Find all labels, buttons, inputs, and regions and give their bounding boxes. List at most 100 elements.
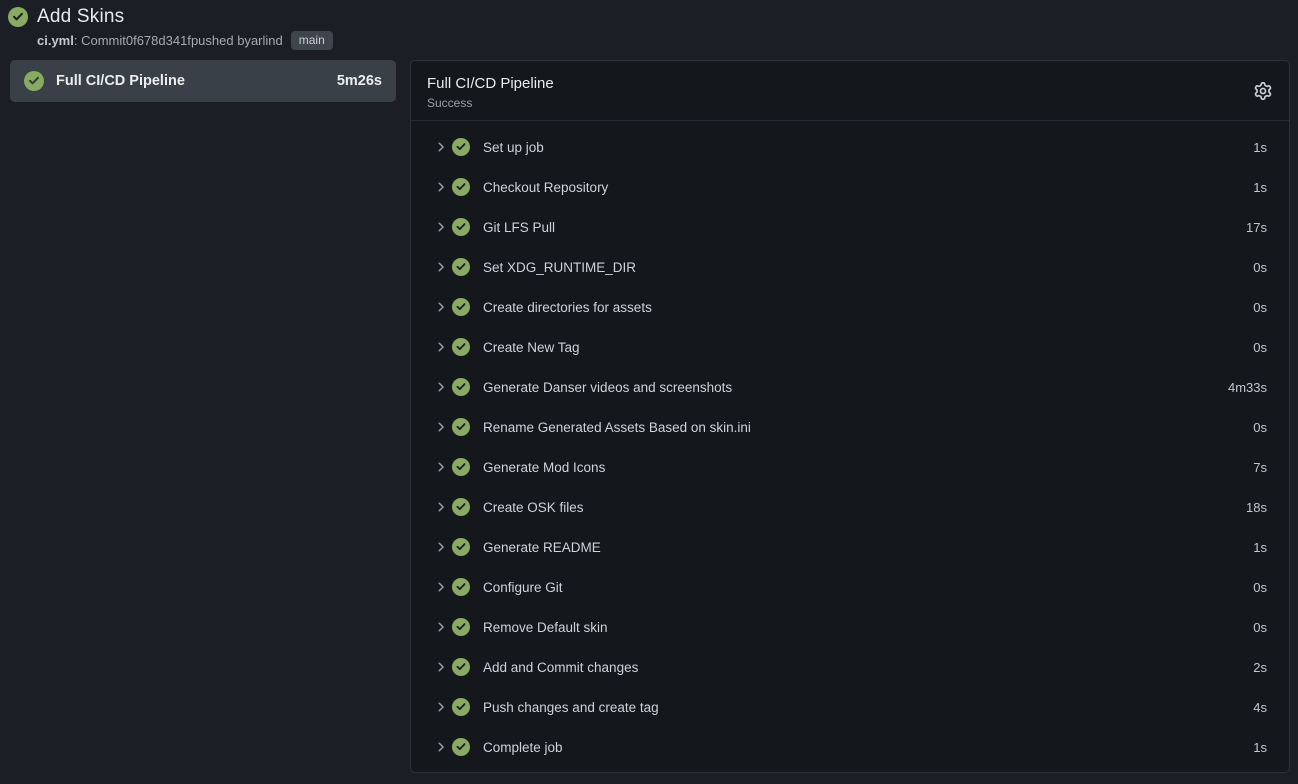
chevron-right-icon	[434, 219, 450, 235]
step-name: Create OSK files	[483, 500, 1246, 515]
run-status-check-circle-icon	[8, 7, 28, 27]
step-name: Set up job	[483, 140, 1253, 155]
job-panel-title: Full CI/CD Pipeline	[427, 74, 1273, 94]
check-circle-icon	[452, 458, 470, 476]
job-name: Full CI/CD Pipeline	[56, 73, 325, 89]
step-name: Create New Tag	[483, 340, 1253, 355]
chevron-right-icon	[434, 699, 450, 715]
check-circle-icon	[452, 178, 470, 196]
step-row[interactable]: Checkout Repository 1s	[411, 167, 1289, 207]
chevron-right-icon	[434, 619, 450, 635]
job-panel-status: Success	[427, 95, 1273, 111]
check-circle-icon	[452, 578, 470, 596]
run-header: Add Skins ci.yml: Commit 0f678d341f push…	[8, 6, 333, 50]
chevron-right-icon	[434, 179, 450, 195]
step-name: Create directories for assets	[483, 300, 1253, 315]
check-circle-icon	[452, 258, 470, 276]
step-name: Add and Commit changes	[483, 660, 1253, 675]
step-duration: 0s	[1253, 620, 1267, 635]
chevron-right-icon	[434, 459, 450, 475]
step-name: Remove Default skin	[483, 620, 1253, 635]
step-row[interactable]: Generate Danser videos and screenshots 4…	[411, 367, 1289, 407]
step-name: Git LFS Pull	[483, 220, 1246, 235]
step-name: Generate Mod Icons	[483, 460, 1253, 475]
chevron-right-icon	[434, 539, 450, 555]
step-row[interactable]: Set XDG_RUNTIME_DIR 0s	[411, 247, 1289, 287]
step-name: Generate README	[483, 540, 1253, 555]
chevron-right-icon	[434, 659, 450, 675]
step-duration: 0s	[1253, 300, 1267, 315]
step-row[interactable]: Generate README 1s	[411, 527, 1289, 567]
steps-list: Set up job 1s Checkout Repository 1s	[411, 121, 1289, 772]
step-duration: 0s	[1253, 420, 1267, 435]
check-circle-icon	[452, 538, 470, 556]
step-duration: 0s	[1253, 260, 1267, 275]
step-duration: 4m33s	[1228, 380, 1267, 395]
sidebar-job-item[interactable]: Full CI/CD Pipeline 5m26s	[10, 60, 396, 102]
step-duration: 0s	[1253, 580, 1267, 595]
step-name: Checkout Repository	[483, 180, 1253, 195]
step-name: Push changes and create tag	[483, 700, 1253, 715]
step-row[interactable]: Set up job 1s	[411, 127, 1289, 167]
step-row[interactable]: Create OSK files 18s	[411, 487, 1289, 527]
check-circle-icon	[452, 138, 470, 156]
job-panel-header: Full CI/CD Pipeline Success	[411, 61, 1289, 121]
chevron-right-icon	[434, 139, 450, 155]
step-row[interactable]: Configure Git 0s	[411, 567, 1289, 607]
commit-label: : Commit	[74, 33, 126, 48]
step-duration: 0s	[1253, 340, 1267, 355]
branch-badge[interactable]: main	[291, 31, 333, 50]
chevron-right-icon	[434, 379, 450, 395]
check-circle-icon	[452, 698, 470, 716]
step-row[interactable]: Add and Commit changes 2s	[411, 647, 1289, 687]
step-row[interactable]: Create directories for assets 0s	[411, 287, 1289, 327]
step-duration: 1s	[1253, 540, 1267, 555]
gear-icon[interactable]	[1253, 81, 1273, 101]
step-name: Rename Generated Assets Based on skin.in…	[483, 420, 1253, 435]
job-detail-panel: Full CI/CD Pipeline Success	[410, 60, 1290, 773]
step-name: Complete job	[483, 740, 1253, 755]
step-row[interactable]: Complete job 1s	[411, 727, 1289, 767]
step-name: Generate Danser videos and screenshots	[483, 380, 1228, 395]
chevron-right-icon	[434, 339, 450, 355]
step-row[interactable]: Rename Generated Assets Based on skin.in…	[411, 407, 1289, 447]
commit-hash-link[interactable]: 0f678d341f	[126, 33, 191, 48]
step-name: Configure Git	[483, 580, 1253, 595]
workflow-file-name: ci.yml	[37, 33, 74, 48]
step-row[interactable]: Remove Default skin 0s	[411, 607, 1289, 647]
check-circle-icon	[452, 298, 470, 316]
step-duration: 7s	[1253, 460, 1267, 475]
step-row[interactable]: Git LFS Pull 17s	[411, 207, 1289, 247]
step-row[interactable]: Push changes and create tag 4s	[411, 687, 1289, 727]
step-duration: 2s	[1253, 660, 1267, 675]
chevron-right-icon	[434, 259, 450, 275]
check-circle-icon	[452, 418, 470, 436]
pushed-by-label: pushed by	[191, 33, 251, 48]
author-link[interactable]: arlind	[251, 33, 283, 48]
check-circle-icon	[452, 338, 470, 356]
check-circle-icon	[452, 218, 470, 236]
chevron-right-icon	[434, 739, 450, 755]
step-duration: 18s	[1246, 500, 1267, 515]
check-circle-icon	[452, 658, 470, 676]
run-subtitle: ci.yml: Commit 0f678d341f pushed by arli…	[37, 31, 333, 50]
chevron-right-icon	[434, 579, 450, 595]
chevron-right-icon	[434, 419, 450, 435]
job-status-check-circle-icon	[24, 71, 44, 91]
step-row[interactable]: Generate Mod Icons 7s	[411, 447, 1289, 487]
step-duration: 1s	[1253, 140, 1267, 155]
check-circle-icon	[452, 498, 470, 516]
step-name: Set XDG_RUNTIME_DIR	[483, 260, 1253, 275]
step-duration: 1s	[1253, 740, 1267, 755]
check-circle-icon	[452, 378, 470, 396]
job-duration: 5m26s	[337, 73, 382, 89]
step-duration: 17s	[1246, 220, 1267, 235]
step-duration: 1s	[1253, 180, 1267, 195]
run-title: Add Skins	[37, 6, 124, 28]
check-circle-icon	[452, 738, 470, 756]
actions-run-page: { "header": { "run_title": "Add Skins", …	[0, 0, 1298, 784]
step-duration: 4s	[1253, 700, 1267, 715]
chevron-right-icon	[434, 499, 450, 515]
step-row[interactable]: Create New Tag 0s	[411, 327, 1289, 367]
chevron-right-icon	[434, 299, 450, 315]
